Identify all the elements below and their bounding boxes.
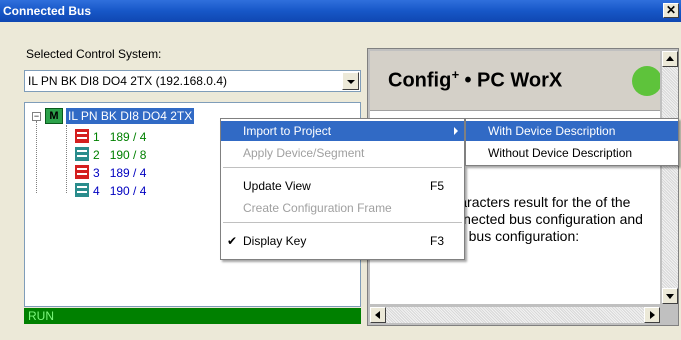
tree-node-2[interactable]: 2 190 / 8 [75,147,146,162]
menu-shortcut: F5 [429,179,444,193]
menu-item-update-view[interactable]: Update View F5 [221,176,464,196]
tree-node-4[interactable]: 4 190 / 4 [75,183,146,198]
close-button[interactable]: ✕ [663,3,679,18]
window-title: Connected Bus [3,4,92,18]
node-value: 189 / 4 [109,130,147,144]
menu-separator [223,167,462,168]
tree-node-1[interactable]: 1 189 / 4 [75,129,146,144]
scroll-right-icon[interactable] [644,307,660,323]
menu-item-label: Import to Project [243,124,332,138]
logo: Config+ • PC WorX [388,67,562,93]
chevron-down-icon[interactable] [342,72,359,90]
submenu-arrow-icon [454,127,458,135]
close-icon: ✕ [665,3,677,17]
status-dot-icon [632,66,660,96]
collapse-icon[interactable]: − [32,112,41,121]
tree-root-label[interactable]: IL PN BK DI8 DO4 2TX [66,108,195,124]
device-icon [75,129,89,143]
menu-item-import-to-project[interactable]: Import to Project [221,121,464,141]
menu-item-create-configuration-frame[interactable]: Create Configuration Frame [221,198,464,218]
menu-item-label: Update View [243,179,311,193]
device-icon [75,147,89,161]
menu-item-apply-device-segment[interactable]: Apply Device/Segment [221,143,464,163]
node-value: 190 / 8 [109,148,147,162]
scroll-left-icon[interactable] [370,307,386,323]
tree-connector [36,121,37,193]
control-system-dropdown[interactable]: IL PN BK DI8 DO4 2TX (192.168.0.4) [24,70,361,92]
scroll-down-icon[interactable] [662,288,678,304]
menu-item-with-device-description[interactable]: With Device Description [466,121,678,141]
node-number: 4 [93,184,100,198]
menu-item-display-key[interactable]: ✔ Display Key F3 [221,231,464,251]
logo-product: • PC WorX [458,69,563,92]
node-number: 2 [93,148,100,162]
checkmark-icon: ✔ [227,234,238,248]
device-icon [75,183,89,197]
control-system-value: IL PN BK DI8 DO4 2TX (192.168.0.4) [28,74,227,88]
logo-sup: + [451,67,459,82]
vertical-scrollbar[interactable] [662,51,678,304]
node-value: 189 / 4 [109,166,147,180]
menu-item-label: With Device Description [488,124,616,138]
logo-text: Config [388,69,452,92]
scroll-up-icon[interactable] [662,51,678,67]
menu-separator [223,222,462,223]
horizontal-scrollbar[interactable] [370,307,660,323]
device-icon [75,165,89,179]
tree-connector [66,125,67,193]
module-icon: M [45,108,63,124]
banner: Config+ • PC WorX [370,51,660,111]
context-menu: Import to Project Apply Device/Segment U… [220,118,465,260]
menu-shortcut: F3 [429,234,444,248]
menu-item-label: Display Key [243,234,307,248]
menu-item-label: Create Configuration Frame [243,201,392,215]
node-value: 190 / 4 [109,184,147,198]
import-submenu: With Device Description Without Device D… [465,118,679,166]
menu-item-label: Without Device Description [488,146,633,160]
menu-item-without-device-description[interactable]: Without Device Description [466,143,678,163]
selected-control-system-label: Selected Control System: [26,47,162,61]
title-bar: Connected Bus ✕ [0,0,681,22]
status-bar: RUN [24,308,361,324]
tree-node-3[interactable]: 3 189 / 4 [75,165,146,180]
node-number: 1 [93,130,100,144]
menu-item-label: Apply Device/Segment [243,146,365,160]
node-number: 3 [93,166,100,180]
